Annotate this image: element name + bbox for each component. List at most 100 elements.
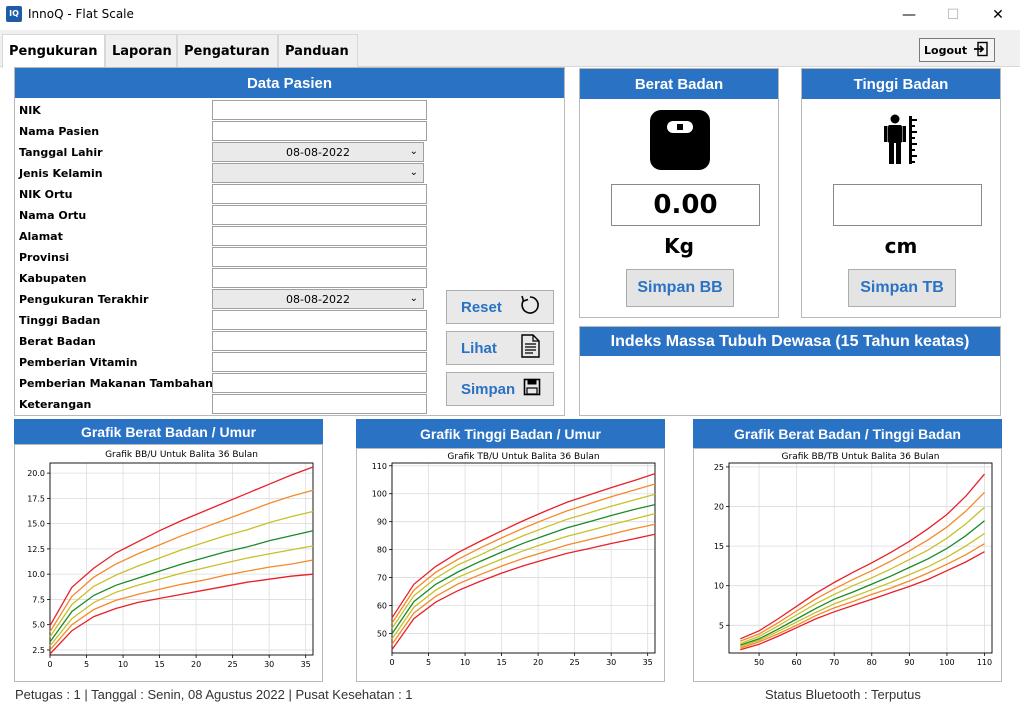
patient-data-header: Data Pasien bbox=[15, 68, 564, 98]
pmt-label: Pemberian Makanan Tambahan bbox=[19, 377, 213, 390]
simpan-tb-button[interactable]: Simpan TB bbox=[848, 269, 956, 307]
tab-pengukuran[interactable]: Pengukuran bbox=[2, 34, 105, 68]
reset-button[interactable]: Reset bbox=[446, 290, 554, 324]
kabupaten-input[interactable] bbox=[212, 268, 427, 288]
y-tick-label: 80 bbox=[377, 546, 387, 555]
simpan-button[interactable]: Simpan bbox=[446, 372, 554, 406]
chart-title: Grafik BB/TB Untuk Balita 36 Bulan bbox=[782, 452, 940, 462]
tbu-chart-header: Grafik Tinggi Badan / Umur bbox=[356, 419, 665, 448]
close-button[interactable]: ✕ bbox=[975, 0, 1020, 30]
bmi-header: Indeks Massa Tubuh Dewasa (15 Tahun keat… bbox=[580, 327, 1000, 356]
alamat-input[interactable] bbox=[212, 226, 427, 246]
x-tick-label: 35 bbox=[301, 660, 311, 669]
series-line-0 bbox=[740, 551, 985, 651]
tanggal-lahir-label: Tanggal Lahir bbox=[19, 146, 103, 159]
tab-laporan[interactable]: Laporan bbox=[105, 34, 177, 67]
y-tick-label: 15 bbox=[714, 542, 724, 551]
nama-ortu-label: Nama Ortu bbox=[19, 209, 87, 222]
x-tick-label: 15 bbox=[496, 658, 506, 667]
pemberian-vitamin-input[interactable] bbox=[212, 352, 427, 372]
tanggal-lahir-value: 08-08-2022 bbox=[286, 145, 350, 159]
tab-pengaturan[interactable]: Pengaturan bbox=[177, 34, 278, 67]
nama-ortu-input[interactable] bbox=[212, 205, 427, 225]
bbtb-chart-panel: Grafik BB/TB Untuk Balita 36 Bulan 50 60 70… bbox=[693, 448, 1002, 682]
x-tick-label: 0 bbox=[47, 660, 52, 669]
x-tick-label: 35 bbox=[643, 658, 653, 667]
tinggi-badan-input[interactable] bbox=[212, 310, 427, 330]
series-line-5 bbox=[49, 489, 314, 633]
berat-badan-label: Berat Badan bbox=[19, 335, 96, 348]
lihat-button[interactable]: Lihat bbox=[446, 331, 554, 365]
x-tick-label: 5 bbox=[84, 660, 89, 669]
chart-title: Grafik BB/U Untuk Balita 36 Bulan bbox=[105, 450, 258, 460]
x-tick-label: 60 bbox=[792, 658, 802, 667]
keterangan-input[interactable] bbox=[212, 394, 427, 414]
x-tick-label: 10 bbox=[460, 658, 470, 667]
jenis-kelamin-label: Jenis Kelamin bbox=[19, 167, 103, 180]
chevron-down-icon: ⌄ bbox=[409, 293, 418, 304]
nik-input[interactable] bbox=[212, 100, 427, 120]
y-tick-label: 2.5 bbox=[32, 646, 45, 655]
x-tick-label: 70 bbox=[829, 658, 839, 667]
bbu-chart-header: Grafik Berat Badan / Umur bbox=[14, 419, 323, 444]
y-tick-label: 5.0 bbox=[32, 621, 45, 630]
minimize-button[interactable]: — bbox=[886, 0, 932, 30]
nama-pasien-label: Nama Pasien bbox=[19, 125, 100, 138]
document-icon bbox=[519, 334, 541, 362]
pmt-input[interactable] bbox=[212, 373, 427, 393]
height-unit: cm bbox=[884, 234, 918, 258]
series-line-2 bbox=[49, 545, 314, 647]
x-tick-label: 110 bbox=[977, 658, 992, 667]
bluetooth-status: Status Bluetooth : Terputus bbox=[765, 687, 921, 702]
series-line-3 bbox=[49, 530, 314, 643]
title-bar bbox=[0, 0, 1020, 30]
simpan-bb-button[interactable]: Simpan BB bbox=[626, 269, 734, 307]
status-text: Petugas : 1 | Tanggal : Senin, 08 Agustu… bbox=[15, 687, 413, 702]
y-tick-label: 10.0 bbox=[27, 570, 45, 579]
jenis-kelamin-select[interactable]: ⌄ bbox=[212, 163, 424, 183]
series-line-6 bbox=[49, 466, 314, 627]
y-tick-label: 20 bbox=[714, 503, 724, 512]
provinsi-input[interactable] bbox=[212, 247, 427, 267]
series-line-5 bbox=[740, 491, 985, 642]
x-tick-label: 25 bbox=[570, 658, 580, 667]
lihat-label: Lihat bbox=[461, 339, 497, 357]
y-tick-label: 20.0 bbox=[27, 469, 45, 478]
reset-label: Reset bbox=[461, 298, 502, 316]
nik-ortu-label: NIK Ortu bbox=[19, 188, 73, 201]
y-tick-label: 60 bbox=[377, 602, 387, 611]
y-tick-label: 15.0 bbox=[27, 520, 45, 529]
y-tick-label: 70 bbox=[377, 574, 387, 583]
provinsi-label: Provinsi bbox=[19, 251, 70, 264]
bbtb-chart: Grafik BB/TB Untuk Balita 36 Bulan 50 60 70… bbox=[714, 452, 993, 667]
alamat-label: Alamat bbox=[19, 230, 63, 243]
tab-panduan[interactable]: Panduan bbox=[278, 34, 358, 67]
berat-badan-input[interactable] bbox=[212, 331, 427, 351]
scale-icon bbox=[650, 110, 710, 174]
weight-header: Berat Badan bbox=[580, 69, 778, 99]
tinggi-badan-label: Tinggi Badan bbox=[19, 314, 101, 327]
keterangan-label: Keterangan bbox=[19, 398, 92, 411]
maximize-button[interactable]: ☐ bbox=[930, 0, 976, 30]
x-tick-label: 5 bbox=[426, 658, 431, 667]
height-display bbox=[833, 184, 982, 226]
pengukuran-terakhir-label: Pengukuran Terakhir bbox=[19, 293, 149, 306]
chevron-down-icon: ⌄ bbox=[409, 146, 418, 157]
nik-ortu-input[interactable] bbox=[212, 184, 427, 204]
x-tick-label: 80 bbox=[867, 658, 877, 667]
bbu-chart: Grafik BB/U Untuk Balita 36 Bulan 0 5 10 15 2… bbox=[27, 450, 314, 669]
chevron-down-icon: ⌄ bbox=[409, 167, 418, 178]
nama-pasien-input[interactable] bbox=[212, 121, 427, 141]
x-tick-label: 30 bbox=[264, 660, 274, 669]
y-tick-label: 25 bbox=[714, 463, 724, 472]
simpan-label: Simpan bbox=[461, 380, 516, 398]
logout-icon bbox=[973, 41, 989, 60]
x-tick-label: 20 bbox=[533, 658, 543, 667]
y-tick-label: 50 bbox=[377, 629, 387, 638]
tanggal-lahir-picker[interactable]: 08-08-2022 ⌄ bbox=[212, 142, 424, 162]
height-header: Tinggi Badan bbox=[802, 69, 1000, 99]
y-tick-label: 17.5 bbox=[27, 494, 45, 503]
logout-button[interactable]: Logout bbox=[919, 38, 995, 62]
pengukuran-terakhir-picker[interactable]: 08-08-2022 ⌄ bbox=[212, 289, 424, 309]
logout-label: Logout bbox=[924, 43, 968, 57]
